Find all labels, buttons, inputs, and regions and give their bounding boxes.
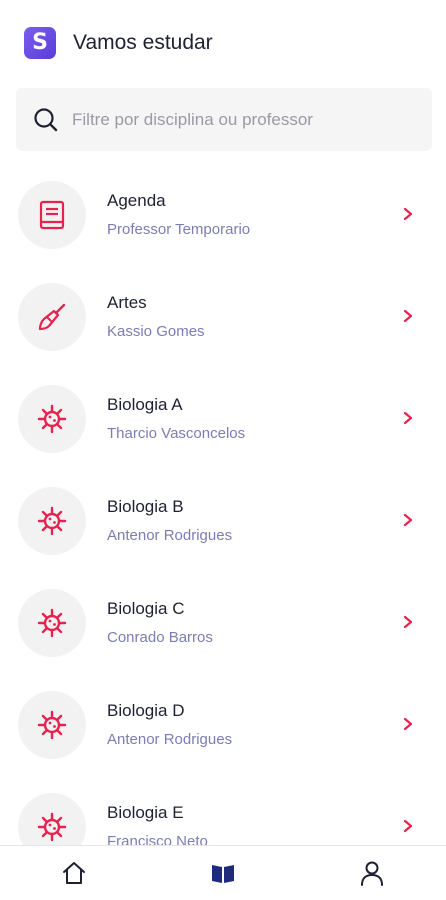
subject-title: Biologia D xyxy=(107,701,185,720)
subject-icon-circle xyxy=(18,487,86,555)
subject-title: Biologia E xyxy=(107,803,184,822)
subject-row-biologia-a[interactable]: Biologia A Tharcio Vasconcelos xyxy=(0,367,446,469)
nav-home-button[interactable] xyxy=(59,858,89,888)
nav-subjects-button[interactable] xyxy=(208,858,238,888)
subject-row-biologia-b[interactable]: Biologia B Antenor Rodrigues xyxy=(0,469,446,571)
subject-icon-circle xyxy=(18,283,86,351)
search-icon xyxy=(34,108,58,132)
subject-row-biologia-e[interactable]: Biologia E Francisco Neto xyxy=(0,775,446,845)
subject-row-agenda[interactable]: Agenda Professor Temporario xyxy=(0,163,446,265)
subject-title: Biologia B xyxy=(107,497,184,516)
user-icon xyxy=(361,861,383,886)
book-icon xyxy=(39,200,65,230)
subject-teacher: Professor Temporario xyxy=(107,221,251,238)
subject-title: Biologia A xyxy=(107,395,183,414)
virus-icon xyxy=(37,506,67,536)
subject-title: Biologia C xyxy=(107,599,185,618)
subject-icon-circle xyxy=(18,385,86,453)
subject-icon-circle xyxy=(18,793,86,845)
paintbrush-icon xyxy=(38,303,66,331)
subject-title: Agenda xyxy=(107,191,166,210)
subject-row-biologia-c[interactable]: Biologia C Conrado Barros xyxy=(0,571,446,673)
open-book-icon xyxy=(212,865,234,883)
app-logo: S xyxy=(24,27,56,59)
bottom-navigation xyxy=(0,845,446,900)
search-bar[interactable] xyxy=(16,88,432,151)
subject-teacher: Antenor Rodrigues xyxy=(107,527,233,544)
subject-teacher: Antenor Rodrigues xyxy=(107,731,233,748)
subject-title: Artes xyxy=(107,293,147,312)
subject-row-artes[interactable]: Artes Kassio Gomes xyxy=(0,265,446,367)
virus-icon xyxy=(37,608,67,638)
home-icon xyxy=(63,862,85,884)
nav-profile-button[interactable] xyxy=(357,858,387,888)
subject-icon-circle xyxy=(18,181,86,249)
subject-teacher: Kassio Gomes xyxy=(107,323,205,340)
page-title: Vamos estudar xyxy=(73,31,213,54)
search-input[interactable] xyxy=(72,88,420,151)
chevron-right-icon xyxy=(403,411,413,425)
subject-list[interactable]: Agenda Professor Temporario Artes Kassio… xyxy=(0,163,446,845)
chevron-right-icon xyxy=(403,513,413,527)
chevron-right-icon xyxy=(403,207,413,221)
subject-icon-circle xyxy=(18,691,86,759)
app-header: S Vamos estudar xyxy=(0,0,446,86)
chevron-right-icon xyxy=(403,309,413,323)
subject-row-biologia-d[interactable]: Biologia D Antenor Rodrigues xyxy=(0,673,446,775)
subject-icon-circle xyxy=(18,589,86,657)
chevron-right-icon xyxy=(403,717,413,731)
virus-icon xyxy=(37,710,67,740)
virus-icon xyxy=(37,404,67,434)
subject-teacher: Conrado Barros xyxy=(107,629,213,646)
chevron-right-icon xyxy=(403,615,413,629)
subject-teacher: Francisco Neto xyxy=(107,833,208,845)
chevron-right-icon xyxy=(403,819,413,833)
virus-icon xyxy=(37,812,67,842)
subject-teacher: Tharcio Vasconcelos xyxy=(107,425,246,442)
